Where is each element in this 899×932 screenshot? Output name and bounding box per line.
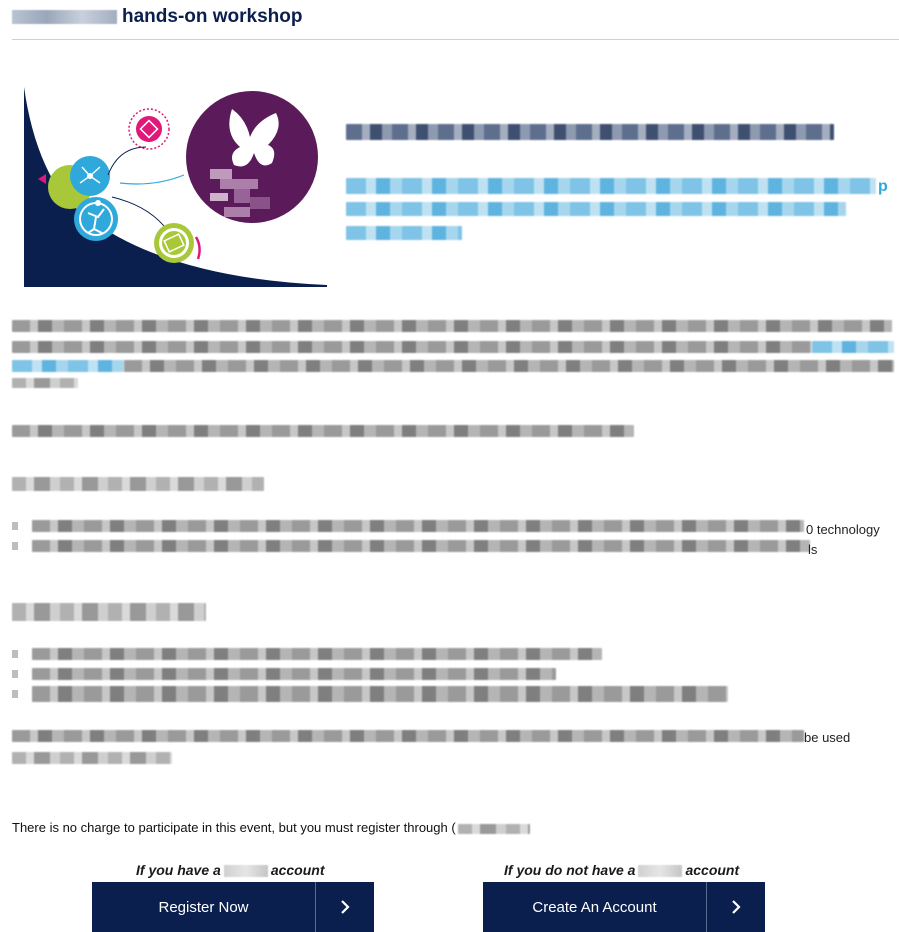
register-now-button[interactable]: Register Now (92, 882, 374, 932)
bullet-1-suffix: 0 technology (806, 522, 880, 537)
redacted-event-link-line2[interactable] (346, 202, 846, 216)
have-account-prefix: If you have a (136, 862, 221, 878)
redacted-registration-site (457, 823, 530, 834)
bullet-2-suffix: ls (808, 542, 818, 557)
redacted-paragraph-2 (12, 425, 634, 437)
redacted-paragraph-1-line1 (12, 320, 892, 332)
redacted-event-link-line3[interactable] (346, 226, 462, 240)
registration-info-text: There is no charge to participate in thi… (12, 820, 456, 835)
hero-graphic (24, 87, 327, 287)
no-account-prefix: If you do not have a (504, 862, 636, 878)
redacted-paragraph-3-line2 (12, 752, 172, 764)
have-account-suffix: account (270, 862, 325, 878)
create-account-button[interactable]: Create An Account (483, 882, 765, 932)
redacted-bullet-4 (32, 668, 556, 680)
page-header: hands-on workshop (12, 4, 899, 40)
redacted-paragraph-1-link[interactable] (812, 341, 894, 353)
bullet-marker (12, 522, 18, 530)
redacted-event-title (346, 124, 834, 140)
redacted-paragraph-1-line4 (12, 378, 78, 388)
redacted-bullet-2 (32, 540, 810, 552)
redacted-paragraph-1-link2[interactable] (12, 360, 124, 372)
link-fragment: p (878, 178, 888, 195)
hero-illustration (24, 87, 327, 287)
redacted-paragraph-3-line1 (12, 730, 804, 742)
bullet-marker (12, 690, 18, 698)
redacted-brand-name (638, 865, 683, 878)
redacted-brand-name (223, 865, 268, 878)
create-account-label: Create An Account (532, 898, 657, 916)
redacted-event-link[interactable] (346, 178, 876, 194)
redacted-bullet-1 (32, 520, 804, 532)
redacted-bullet-5 (32, 686, 728, 702)
have-account-label: If you have a account (136, 862, 325, 878)
no-account-label: If you do not have a account (504, 862, 739, 878)
redacted-paragraph-1-line2 (12, 341, 812, 353)
chevron-right-icon (706, 882, 765, 932)
redacted-subheading-1 (12, 477, 264, 491)
no-account-suffix: account (685, 862, 740, 878)
registration-info: There is no charge to participate in thi… (12, 820, 530, 835)
redacted-brand (12, 10, 117, 24)
bullet-marker (12, 670, 18, 678)
bullet-marker (12, 542, 18, 550)
register-now-label: Register Now (158, 898, 249, 916)
page-title: hands-on workshop (122, 6, 303, 27)
redacted-bullet-3 (32, 648, 602, 660)
redacted-paragraph-1-line3 (124, 360, 894, 372)
redacted-subheading-2 (12, 603, 206, 621)
chevron-right-icon (315, 882, 374, 932)
bullet-marker (12, 650, 18, 658)
paragraph-3-suffix: be used (804, 730, 851, 745)
